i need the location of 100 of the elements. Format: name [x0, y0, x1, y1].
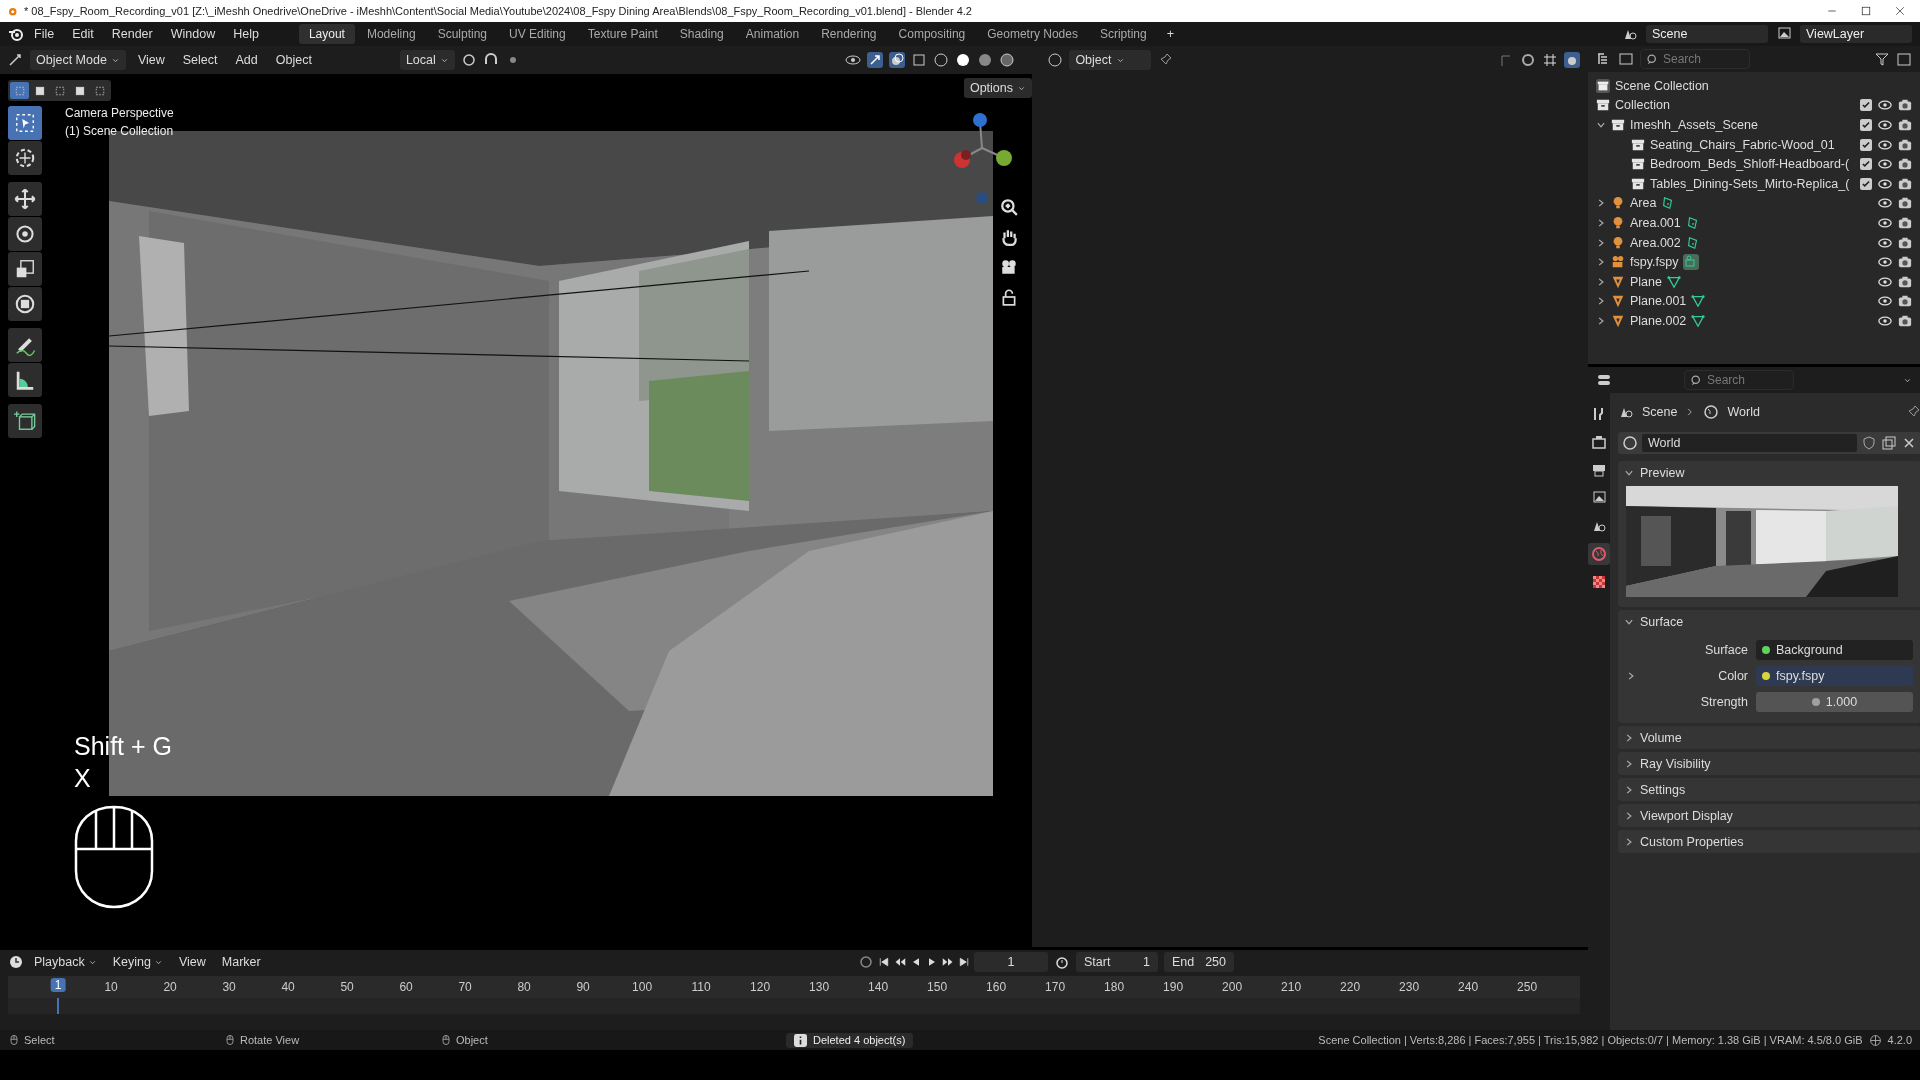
- options-dropdown[interactable]: Options: [963, 78, 1032, 98]
- eye-icon[interactable]: [1878, 274, 1892, 289]
- eye-icon[interactable]: [1878, 157, 1892, 172]
- outliner-item[interactable]: Plane: [1630, 274, 1662, 289]
- maximize-icon[interactable]: [1860, 5, 1872, 17]
- camera-icon[interactable]: [1898, 235, 1912, 250]
- orientation-dropdown[interactable]: Local: [399, 50, 455, 70]
- eye-icon[interactable]: [1878, 98, 1892, 113]
- outliner-item[interactable]: Tables_Dining-Sets_Mirto-Replica_(: [1650, 176, 1850, 191]
- prev-key-icon[interactable]: [894, 956, 906, 968]
- mode-dropdown[interactable]: Object Mode: [30, 50, 126, 70]
- tool-button[interactable]: [8, 252, 42, 286]
- shader-link-field[interactable]: fspy.fspy: [1756, 666, 1913, 686]
- overlay-toggle-icon[interactable]: [889, 52, 906, 68]
- display-mode-icon[interactable]: [1618, 51, 1634, 67]
- checkbox[interactable]: [1860, 158, 1872, 171]
- overlay-toggle-icon[interactable]: [1564, 52, 1580, 68]
- eye-icon[interactable]: [1878, 176, 1892, 191]
- menu-item[interactable]: Playback: [28, 952, 103, 972]
- fake-user-icon[interactable]: [1861, 435, 1877, 451]
- scene-selector[interactable]: Scene: [1646, 25, 1768, 43]
- menu-item[interactable]: Select: [176, 50, 224, 70]
- camera-icon[interactable]: [1898, 98, 1912, 113]
- snap-icon[interactable]: [1520, 52, 1536, 68]
- eye-icon[interactable]: [1878, 118, 1892, 132]
- workspace-tab[interactable]: Geometry Nodes: [977, 24, 1088, 44]
- duplicate-icon[interactable]: [1881, 435, 1897, 451]
- wireframe-shading-icon[interactable]: [933, 52, 950, 68]
- workspace-tab[interactable]: Compositing: [888, 24, 976, 44]
- ruler-icon[interactable]: [14, 369, 36, 391]
- next-key-icon[interactable]: [942, 956, 954, 968]
- camera-icon[interactable]: [1898, 196, 1912, 211]
- outliner-item[interactable]: Collection: [1615, 98, 1670, 113]
- outliner-item[interactable]: Plane.002: [1630, 313, 1687, 328]
- eye-icon[interactable]: [1878, 294, 1892, 309]
- editor-type-icon[interactable]: [8, 52, 24, 68]
- checkbox[interactable]: [1860, 119, 1872, 131]
- mesh-data-icon[interactable]: [1691, 313, 1706, 328]
- outliner-item[interactable]: Area.001: [1630, 215, 1681, 230]
- workspace-tab[interactable]: Shading: [669, 24, 734, 44]
- hand-icon[interactable]: [1000, 228, 1018, 246]
- outliner-item[interactable]: fspy.fspy: [1630, 255, 1679, 270]
- grid-icon[interactable]: [1542, 52, 1558, 68]
- filter-icon[interactable]: [1874, 51, 1890, 67]
- eye-icon[interactable]: [1878, 313, 1892, 328]
- camera-icon[interactable]: [1898, 157, 1912, 172]
- camera-icon[interactable]: [1898, 215, 1912, 230]
- current-frame-field[interactable]: 1: [974, 952, 1048, 972]
- camera-icon[interactable]: [1898, 137, 1912, 152]
- outliner-item[interactable]: Area.002: [1630, 235, 1681, 250]
- panel-header[interactable]: Surface: [1640, 614, 1684, 629]
- tool-button[interactable]: [8, 404, 42, 438]
- visibility-icon[interactable]: [845, 52, 862, 68]
- datablock-name-field[interactable]: World: [1642, 434, 1857, 452]
- world-icon[interactable]: [1622, 435, 1638, 451]
- pivot-icon[interactable]: [460, 52, 477, 68]
- camera-icon[interactable]: [1898, 255, 1912, 270]
- start-frame-field[interactable]: Start 1: [1076, 952, 1158, 972]
- end-frame-field[interactable]: End 250: [1164, 952, 1234, 972]
- eye-icon[interactable]: [1878, 215, 1892, 230]
- current-frame-marker[interactable]: 1: [50, 978, 66, 992]
- tool-button[interactable]: [8, 363, 42, 397]
- menu-item[interactable]: Object: [269, 50, 318, 70]
- blender-logo-icon[interactable]: [8, 26, 24, 42]
- tool-button[interactable]: [8, 141, 42, 175]
- checkbox[interactable]: [1860, 177, 1872, 190]
- eye-icon[interactable]: [1878, 196, 1892, 211]
- close-icon[interactable]: [1894, 5, 1906, 17]
- workspace-tab[interactable]: Modeling: [356, 24, 426, 44]
- breadcrumb-item[interactable]: Scene: [1642, 405, 1678, 419]
- menu-item[interactable]: Window: [162, 24, 224, 44]
- clock-icon[interactable]: [8, 954, 24, 970]
- menu-item[interactable]: Help: [225, 24, 267, 44]
- outliner-item[interactable]: Seating_Chairs_Fabric-Wood_01: [1650, 137, 1835, 152]
- gizmo-toggle-icon[interactable]: [867, 52, 884, 68]
- workspace-tab[interactable]: Scripting: [1089, 24, 1157, 44]
- menu-item[interactable]: Render: [103, 24, 161, 44]
- menu-item[interactable]: Add: [229, 50, 264, 70]
- checkbox[interactable]: [1860, 99, 1872, 112]
- jump-start-icon[interactable]: [878, 956, 890, 968]
- camera-icon[interactable]: [1898, 294, 1912, 309]
- solid-shading-icon[interactable]: [955, 52, 972, 68]
- properties-editor-icon[interactable]: [1596, 372, 1612, 388]
- shader-link-field[interactable]: Background: [1756, 640, 1913, 660]
- menu-item[interactable]: Edit: [64, 24, 102, 44]
- lock-icon[interactable]: [1000, 288, 1018, 306]
- camera-icon[interactable]: [1898, 176, 1912, 191]
- tool-button[interactable]: [8, 182, 42, 216]
- camera-view-icon[interactable]: [1000, 258, 1018, 276]
- panel-header[interactable]: Settings: [1640, 782, 1686, 797]
- mesh-data-icon[interactable]: [1691, 294, 1706, 309]
- material-shading-icon[interactable]: [977, 52, 994, 68]
- add-workspace-button[interactable]: +: [1158, 24, 1182, 44]
- outliner-item[interactable]: Area: [1630, 196, 1657, 211]
- search-field[interactable]: Search: [1640, 49, 1750, 69]
- scale-icon[interactable]: [14, 258, 36, 280]
- light-data-icon[interactable]: [1685, 235, 1700, 250]
- stopwatch-icon[interactable]: [1054, 954, 1070, 970]
- outliner-item[interactable]: Scene Collection: [1615, 78, 1709, 93]
- move-icon[interactable]: [14, 188, 36, 210]
